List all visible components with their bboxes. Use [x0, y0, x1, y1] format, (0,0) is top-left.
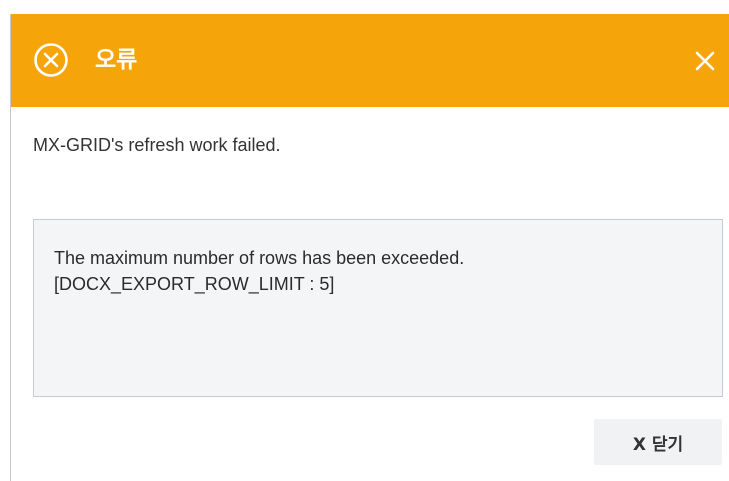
dialog-titlebar: 오류: [11, 14, 729, 107]
error-circle-x-icon: [33, 42, 69, 78]
close-icon[interactable]: [695, 51, 715, 71]
error-dialog: 오류 MX-GRID's refresh work failed. The ma…: [0, 0, 729, 481]
error-detail-line: [DOCX_EXPORT_ROW_LIMIT : 5]: [54, 274, 335, 294]
error-detail-box: The maximum number of rows has been exce…: [33, 219, 723, 397]
close-button[interactable]: X 닫기: [594, 419, 722, 465]
error-detail-line: The maximum number of rows has been exce…: [54, 248, 465, 268]
dialog-title: 오류: [95, 47, 138, 73]
error-message: MX-GRID's refresh work failed.: [33, 135, 281, 155]
